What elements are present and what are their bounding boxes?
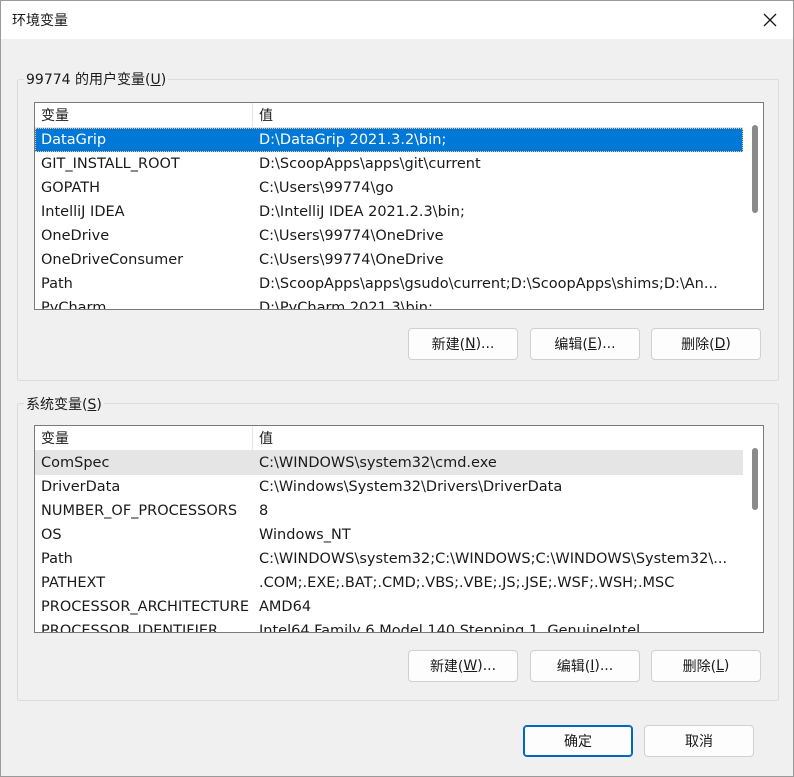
variable-value-cell: D:\PyCharm 2021.3\bin; [259,300,433,309]
system-delete-button[interactable]: 删除(L) [651,650,761,682]
user-edit-button[interactable]: 编辑(E)... [530,328,640,360]
variable-value-cell: D:\ScoopApps\apps\git\current [259,156,481,172]
table-row[interactable]: OneDrive C:\Users\99774\OneDrive [35,224,743,248]
variable-name-cell: DataGrip [41,132,107,148]
scrollbar-thumb[interactable] [752,448,758,510]
cancel-button[interactable]: 取消 [644,725,754,757]
system-new-button[interactable]: 新建(W)... [408,650,518,682]
system-edit-button[interactable]: 编辑(I)... [530,650,640,682]
list-header: 变量 值 [35,426,763,451]
list-header: 变量 值 [35,103,763,128]
window-title: 环境变量 [12,13,68,29]
scrollbar-thumb[interactable] [752,125,758,213]
ok-button[interactable]: 确定 [523,725,633,757]
table-row[interactable]: GIT_INSTALL_ROOT D:\ScoopApps\apps\git\cu… [35,152,743,176]
environment-variables-dialog: 环境变量 99774 的用户变量(U) 变量 值 DataGrip D:\Data… [0,0,794,777]
close-button[interactable] [747,1,793,39]
variable-value-cell: C:\Users\99774\OneDrive [259,228,444,244]
table-row[interactable]: DriverData C:\Windows\System32\Drivers\Dr… [35,475,743,499]
table-row[interactable]: GOPATH C:\Users\99774\go [35,176,743,200]
variable-value-cell: Windows_NT [259,527,351,543]
user-variables-label: 99774 的用户变量(U) [24,69,169,89]
user-variables-list[interactable]: 变量 值 DataGrip D:\DataGrip 2021.3.2\bin; GI… [34,102,764,310]
variable-value-cell: C:\WINDOWS\system32;C:\WINDOWS;C:\WINDOW… [259,551,728,567]
column-header-variable[interactable]: 变量 [35,103,253,127]
variable-name-cell: PROCESSOR_IDENTIFIER [41,623,219,632]
user-new-button[interactable]: 新建(N)... [408,328,518,360]
variable-name-cell: ComSpec [41,455,110,471]
table-row[interactable]: PROCESSOR_ARCHITECTURE AMD64 [35,595,743,619]
system-variables-rows: ComSpec C:\WINDOWS\system32\cmd.exe Driver… [35,451,743,632]
variable-value-cell: C:\Windows\System32\Drivers\DriverData [259,479,563,495]
variable-name-cell: Path [41,276,73,292]
table-row[interactable]: Path D:\ScoopApps\apps\gsudo\current;D:\S… [35,272,743,296]
table-row[interactable]: Path C:\WINDOWS\system32;C:\WINDOWS;C:\WI… [35,547,743,571]
variable-value-cell: C:\WINDOWS\system32\cmd.exe [259,455,497,471]
variable-name-cell: NUMBER_OF_PROCESSORS [41,503,238,519]
column-header-value[interactable]: 值 [253,103,737,127]
column-header-variable[interactable]: 变量 [35,426,253,450]
column-header-value[interactable]: 值 [253,426,737,450]
variable-name-cell: GIT_INSTALL_ROOT [41,156,180,172]
system-variables-list[interactable]: 变量 值 ComSpec C:\WINDOWS\system32\cmd.exe D… [34,425,764,633]
variable-value-cell: AMD64 [259,599,312,615]
user-delete-button[interactable]: 删除(D) [651,328,761,360]
variable-name-cell: DriverData [41,479,121,495]
table-row[interactable]: NUMBER_OF_PROCESSORS 8 [35,499,743,523]
system-list-scrollbar[interactable] [743,426,763,632]
variable-value-cell: D:\DataGrip 2021.3.2\bin; [259,132,447,148]
variable-name-cell: OneDrive [41,228,110,244]
user-list-scrollbar[interactable] [743,103,763,309]
variable-name-cell: PyCharm [41,300,107,309]
variable-name-cell: PROCESSOR_ARCHITECTURE [41,599,250,615]
table-row[interactable]: DataGrip D:\DataGrip 2021.3.2\bin; [35,128,743,152]
variable-value-cell: .COM;.EXE;.BAT;.CMD;.VBS;.VBE;.JS;.JSE;.… [259,575,675,591]
variable-value-cell: C:\Users\99774\OneDrive [259,252,444,268]
table-row[interactable]: PyCharm D:\PyCharm 2021.3\bin; [35,296,743,309]
table-row[interactable]: PATHEXT .COM;.EXE;.BAT;.CMD;.VBS;.VBE;.JS… [35,571,743,595]
close-icon [763,13,777,27]
variable-name-cell: PATHEXT [41,575,106,591]
table-row[interactable]: PROCESSOR_IDENTIFIER Intel64 Family 6 Mod… [35,619,743,632]
variable-name-cell: GOPATH [41,180,101,196]
title-bar: 环境变量 [1,1,793,39]
user-variables-rows: DataGrip D:\DataGrip 2021.3.2\bin; GIT_INS… [35,128,743,309]
table-row[interactable]: OS Windows_NT [35,523,743,547]
table-row[interactable]: OneDriveConsumer C:\Users\99774\OneDrive [35,248,743,272]
variable-value-cell: D:\ScoopApps\apps\gsudo\current;D:\Scoop… [259,276,718,292]
variable-name-cell: Path [41,551,73,567]
variable-value-cell: Intel64 Family 6 Model 140 Stepping 1, G… [259,623,641,632]
variable-value-cell: C:\Users\99774\go [259,180,394,196]
variable-name-cell: IntelliJ IDEA [41,204,125,220]
system-variables-label: 系统变量(S) [24,394,104,414]
table-row[interactable]: ComSpec C:\WINDOWS\system32\cmd.exe [35,451,743,475]
table-row[interactable]: IntelliJ IDEA D:\IntelliJ IDEA 2021.2.3\b… [35,200,743,224]
variable-value-cell: D:\IntelliJ IDEA 2021.2.3\bin; [259,204,465,220]
variable-name-cell: OneDriveConsumer [41,252,184,268]
variable-name-cell: OS [41,527,62,543]
variable-value-cell: 8 [259,503,269,519]
